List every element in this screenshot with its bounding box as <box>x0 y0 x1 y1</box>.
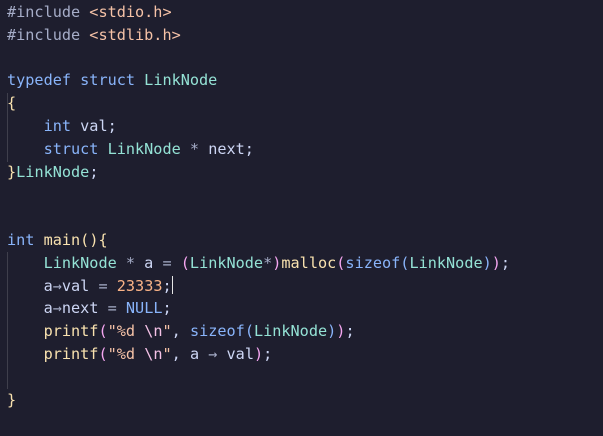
code-token: ( <box>80 230 90 249</box>
code-token: ; <box>345 322 355 341</box>
code-token: ) <box>327 322 337 341</box>
code-token: \n <box>144 344 163 363</box>
code-token: → <box>208 344 227 363</box>
code-token: "%d <box>107 322 145 341</box>
code-line[interactable] <box>7 366 603 389</box>
code-token: sizeof <box>345 253 401 272</box>
code-line[interactable]: } <box>7 389 603 412</box>
code-editor[interactable]: #include <stdio.h> #include <stdlib.h> ty… <box>0 0 603 436</box>
code-token: = <box>162 253 181 272</box>
code-token: struct <box>43 139 108 158</box>
code-token: ; <box>162 299 172 318</box>
code-line[interactable]: printf("%d \n", a → val); <box>7 343 603 366</box>
code-token: } <box>7 162 17 181</box>
code-token: LinkNode <box>16 162 90 181</box>
code-line[interactable] <box>7 183 603 206</box>
code-token: * <box>125 253 145 272</box>
code-token: int <box>7 230 44 249</box>
code-line[interactable]: a→val = 23333; <box>7 275 603 298</box>
code-token: LinkNode <box>43 253 126 272</box>
code-token: ( <box>180 253 190 272</box>
code-line[interactable] <box>7 47 603 70</box>
code-token: * <box>263 253 273 272</box>
code-token: ; <box>162 276 172 295</box>
code-token: { <box>98 230 108 249</box>
code-token: val <box>80 116 108 135</box>
code-token: "%d <box>107 344 145 363</box>
code-area[interactable]: #include <stdio.h> #include <stdlib.h> ty… <box>7 1 603 411</box>
code-token: <stdlib.h> <box>89 25 181 44</box>
code-token: → <box>52 299 62 318</box>
code-token: NULL <box>125 299 163 318</box>
code-line[interactable]: }LinkNode; <box>7 161 603 184</box>
code-token: LinkNode <box>107 139 190 158</box>
code-token: ; <box>244 139 254 158</box>
code-token: , <box>171 344 190 363</box>
text-cursor <box>171 275 173 294</box>
code-token: struct <box>80 71 145 90</box>
code-token: ( <box>244 322 254 341</box>
code-token: sizeof <box>189 322 245 341</box>
code-token: a <box>43 276 53 295</box>
code-token: 23333 <box>116 276 163 295</box>
code-token: ( <box>98 344 108 363</box>
code-token: = <box>107 299 126 318</box>
code-token: a <box>144 253 163 272</box>
code-token: printf <box>43 322 99 341</box>
code-token: } <box>7 390 17 409</box>
code-token: val <box>226 344 254 363</box>
code-line[interactable]: printf("%d \n", sizeof(LinkNode)); <box>7 320 603 343</box>
code-line[interactable]: #include <stdlib.h> <box>7 24 603 47</box>
code-token: printf <box>43 344 99 363</box>
code-token: <stdio.h> <box>89 3 172 21</box>
code-line[interactable]: #include <stdio.h> <box>7 1 603 24</box>
code-line[interactable]: { <box>7 92 603 115</box>
code-line[interactable] <box>7 206 603 229</box>
code-token: = <box>98 276 117 295</box>
code-token: malloc <box>281 253 337 272</box>
code-token: int <box>43 116 81 135</box>
code-token: #include <box>7 3 90 21</box>
code-token: " <box>162 344 172 363</box>
code-line[interactable]: int main(){ <box>7 229 603 252</box>
code-token: ; <box>263 344 273 363</box>
code-token: { <box>7 94 17 113</box>
code-line[interactable]: typedef struct LinkNode <box>7 69 603 92</box>
code-token: ) <box>491 253 501 272</box>
code-line[interactable]: struct LinkNode * next; <box>7 138 603 161</box>
code-line[interactable]: int val; <box>7 115 603 138</box>
code-token: ) <box>482 253 492 272</box>
code-token: #include <box>7 25 90 44</box>
code-token: \n <box>144 322 163 341</box>
code-token: main <box>43 230 81 249</box>
code-token: LinkNode <box>189 253 264 272</box>
code-token: " <box>162 322 172 341</box>
code-token: a <box>189 344 209 363</box>
code-token: ( <box>98 322 108 341</box>
code-token: LinkNode <box>253 322 328 341</box>
code-token: next <box>61 299 108 318</box>
code-token: val <box>61 276 99 295</box>
code-token: ; <box>89 162 99 181</box>
code-token: ; <box>500 253 511 272</box>
code-token: LinkNode <box>409 253 483 272</box>
code-token: ; <box>107 116 117 135</box>
code-line[interactable]: LinkNode * a = (LinkNode*)malloc(sizeof(… <box>7 252 603 275</box>
code-line[interactable]: a→next = NULL; <box>7 297 603 320</box>
code-token: a <box>43 299 53 318</box>
code-token: → <box>52 276 62 295</box>
code-token: typedef <box>7 71 81 90</box>
code-token: , <box>171 322 190 341</box>
code-token: LinkNode <box>144 71 218 90</box>
code-token: * <box>189 139 209 158</box>
code-token: ) <box>253 344 264 363</box>
code-token: next <box>208 139 245 158</box>
